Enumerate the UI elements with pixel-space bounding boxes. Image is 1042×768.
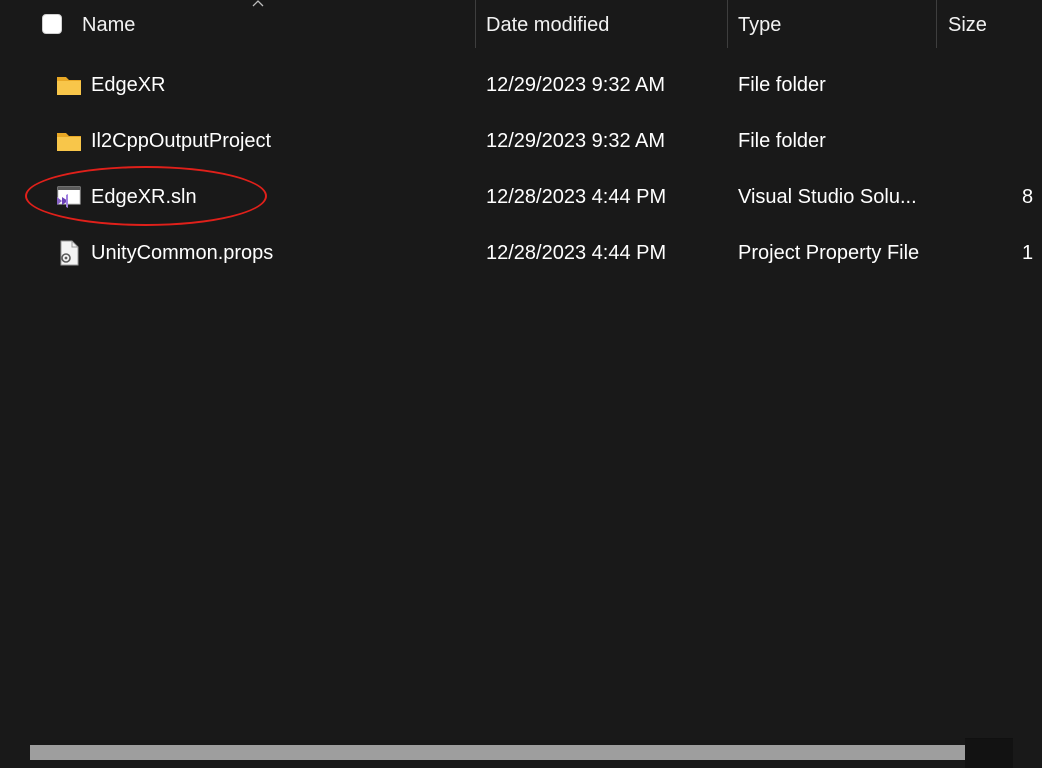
file-row-edgexr[interactable]: EdgeXR 12/29/2023 9:32 AM File folder: [0, 57, 1042, 113]
column-header-type[interactable]: Type: [738, 0, 934, 48]
file-size: 1: [1022, 242, 1034, 264]
file-row-il2cppoutputproject[interactable]: Il2CppOutputProject 12/29/2023 9:32 AM F…: [0, 113, 1042, 169]
folder-icon: [57, 133, 81, 151]
column-header-row: Name Date modified Type Size: [0, 0, 1042, 50]
column-divider[interactable]: [475, 0, 476, 48]
file-row-edgexr-sln[interactable]: EdgeXR.sln 12/28/2023 4:44 PM Visual Stu…: [0, 169, 1042, 225]
file-type: Visual Studio Solu...: [738, 186, 917, 208]
file-type: File folder: [738, 130, 826, 152]
file-explorer: Name Date modified Type Size EdgeXR 12/2…: [0, 0, 1042, 768]
column-divider[interactable]: [727, 0, 728, 48]
file-name: EdgeXR.sln: [91, 186, 197, 208]
column-header-size[interactable]: Size: [948, 0, 1042, 48]
folder-icon: [57, 77, 81, 95]
file-type: Project Property File: [738, 242, 920, 264]
file-date-modified: 12/29/2023 9:32 AM: [486, 74, 666, 96]
file-date-modified: 12/28/2023 4:44 PM: [486, 242, 667, 264]
file-date-modified: 12/29/2023 9:32 AM: [486, 130, 666, 152]
file-name: Il2CppOutputProject: [91, 130, 272, 152]
file-name: UnityCommon.props: [91, 242, 274, 264]
scrollbar-corner: [965, 738, 1013, 768]
file-name: EdgeXR: [91, 74, 166, 96]
file-row-unitycommon-props[interactable]: UnityCommon.props 12/28/2023 4:44 PM Pro…: [0, 225, 1042, 281]
column-divider[interactable]: [936, 0, 937, 48]
property-file-icon: [60, 240, 79, 266]
file-date-modified: 12/28/2023 4:44 PM: [486, 186, 667, 208]
file-size: [1022, 57, 1042, 113]
select-all-checkbox[interactable]: [42, 14, 62, 34]
column-header-date-modified[interactable]: Date modified: [486, 0, 724, 48]
file-size: [1022, 113, 1042, 169]
visual-studio-solution-icon: [57, 186, 81, 208]
file-size: 8: [1022, 186, 1034, 208]
file-type: File folder: [738, 74, 826, 96]
column-header-name[interactable]: Name: [82, 0, 472, 48]
horizontal-scrollbar-thumb[interactable]: [30, 745, 965, 760]
